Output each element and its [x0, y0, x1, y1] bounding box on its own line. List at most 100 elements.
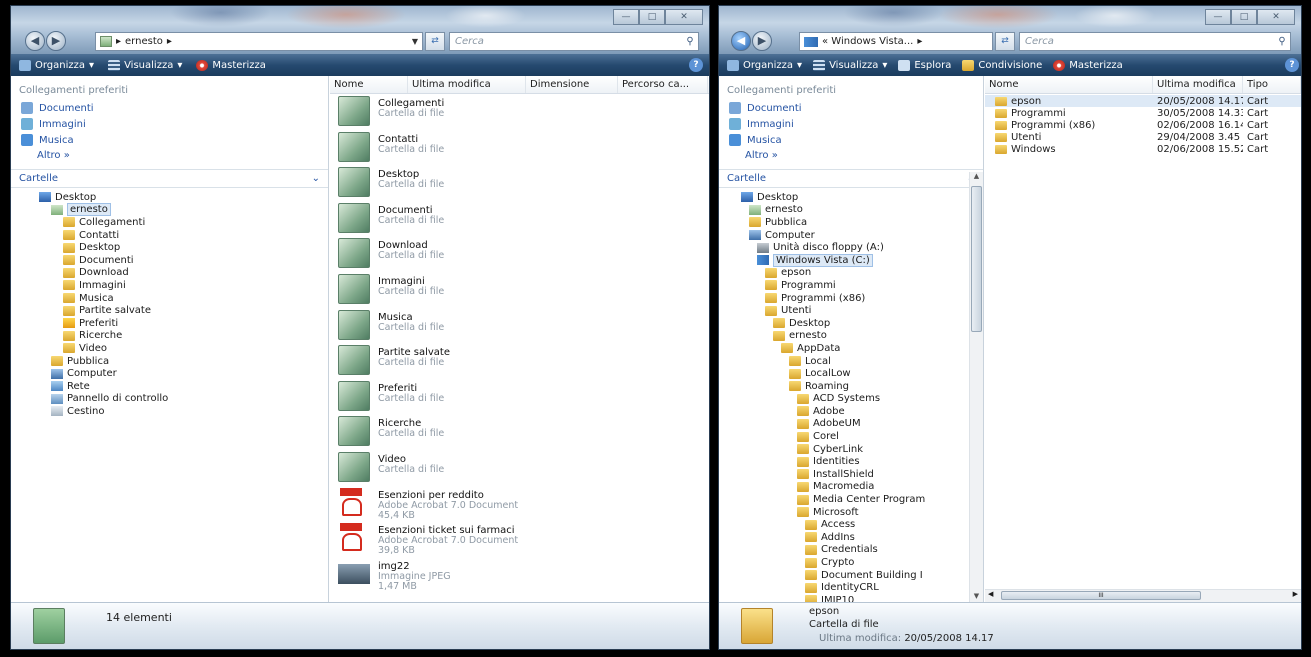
- tree-item-pubblica[interactable]: Pubblica: [741, 216, 967, 229]
- tree-item-microsoft[interactable]: Microsoft: [741, 506, 967, 519]
- tree-item-ernesto[interactable]: ernesto: [39, 203, 328, 217]
- tree-item-pubblica[interactable]: Pubblica: [39, 355, 328, 368]
- table-row-programmi[interactable]: Programmi 30/05/2008 14.33 Cart: [985, 107, 1301, 119]
- tree-item-contatti[interactable]: Contatti: [39, 229, 328, 242]
- scroll-up-icon[interactable]: ▲: [970, 172, 983, 180]
- refresh-button[interactable]: ⇄: [995, 32, 1015, 51]
- tree-item-immagini[interactable]: Immagini: [39, 279, 328, 292]
- table-row-windows[interactable]: Windows 02/06/2008 15.52 Cart: [985, 143, 1301, 155]
- search-icon[interactable]: ⚲: [682, 36, 698, 47]
- tree-item-unit-disco-floppy-a[interactable]: Unità disco floppy (A:): [741, 241, 967, 254]
- column-tipo[interactable]: Tipo: [1243, 76, 1301, 93]
- list-item-ricerche[interactable]: Ricerche Cartella di file: [330, 416, 709, 452]
- tree-item-windows-vista-c[interactable]: Windows Vista (C:): [741, 253, 967, 267]
- tree-item-ernesto[interactable]: ernesto: [741, 330, 967, 343]
- favorite-documenti[interactable]: Documenti: [11, 100, 328, 116]
- help-icon[interactable]: ?: [1285, 58, 1299, 72]
- search-icon[interactable]: ⚲: [1274, 36, 1290, 47]
- column-nome[interactable]: Nome: [985, 76, 1153, 93]
- address-bar[interactable]: « Windows Vista... ▸: [799, 32, 993, 51]
- tree-item-local[interactable]: Local: [741, 355, 967, 368]
- column-ultima-modifica[interactable]: Ultima modifica: [1153, 76, 1243, 93]
- cartelle-header[interactable]: Cartelle ⌄: [11, 170, 328, 188]
- column-dimensione[interactable]: Dimensione: [526, 76, 618, 93]
- address-bar[interactable]: ▸ ernesto ▸ ▼: [95, 32, 423, 51]
- tree-item-desktop[interactable]: Desktop: [39, 191, 328, 204]
- table-row-epson[interactable]: epson 20/05/2008 14.17 Cart: [985, 95, 1301, 107]
- tree-item-ricerche[interactable]: Ricerche: [39, 330, 328, 343]
- tree-item-document-building-i[interactable]: Document Building I: [741, 569, 967, 582]
- list-item-img22[interactable]: img22 Immagine JPEG 1,47 MB: [330, 559, 709, 595]
- help-icon[interactable]: ?: [689, 58, 703, 72]
- breadcrumb-windows-vista[interactable]: « Windows Vista...: [822, 36, 913, 47]
- tree-item-addins[interactable]: AddIns: [741, 531, 967, 544]
- list-item-esenzioni-ticket-sui-farmaci[interactable]: Esenzioni ticket sui farmaci Adobe Acroba…: [330, 523, 709, 559]
- tree-item-pannello-di-controllo[interactable]: Pannello di controllo: [39, 393, 328, 406]
- favorite-musica[interactable]: Musica: [11, 132, 328, 148]
- favorite-immagini[interactable]: Immagini: [719, 116, 983, 132]
- tree-item-rete[interactable]: Rete: [39, 380, 328, 393]
- tree-item-roaming[interactable]: Roaming: [741, 380, 967, 393]
- list-item-desktop[interactable]: Desktop Cartella di file: [330, 167, 709, 203]
- favorite-musica[interactable]: Musica: [719, 132, 983, 148]
- scroll-thumb[interactable]: [971, 186, 982, 332]
- tree-item-epson[interactable]: epson: [741, 267, 967, 280]
- tree-item-desktop[interactable]: Desktop: [39, 241, 328, 254]
- search-box[interactable]: Cerca ⚲: [449, 32, 699, 51]
- masterizza-button[interactable]: Masterizza: [1053, 59, 1123, 71]
- tree-item-identities[interactable]: Identities: [741, 455, 967, 468]
- tree-item-computer[interactable]: Computer: [39, 367, 328, 380]
- tree-item-crypto[interactable]: Crypto: [741, 556, 967, 569]
- tree-item-installshield[interactable]: InstallShield: [741, 468, 967, 481]
- tree-item-preferiti[interactable]: Preferiti: [39, 317, 328, 330]
- column-percorso[interactable]: Percorso ca...: [618, 76, 708, 93]
- list-item-preferiti[interactable]: Preferiti Cartella di file: [330, 380, 709, 417]
- back-button[interactable]: ◀: [25, 31, 45, 51]
- tree-item-ernesto[interactable]: ernesto: [741, 204, 967, 217]
- tree-item-cyberlink[interactable]: CyberLink: [741, 443, 967, 456]
- condivisione-button[interactable]: Condivisione: [962, 59, 1042, 71]
- tree-item-desktop[interactable]: Desktop: [741, 191, 967, 204]
- forward-button[interactable]: ▶: [752, 31, 772, 51]
- list-item-esenzioni-per-reddito[interactable]: Esenzioni per reddito Adobe Acrobat 7.0 D…: [330, 487, 709, 524]
- list-item-download[interactable]: Download Cartella di file: [330, 238, 709, 274]
- table-row-utenti[interactable]: Utenti 29/04/2008 3.45 Cart: [985, 131, 1301, 143]
- tree-item-download[interactable]: Download: [39, 267, 328, 280]
- close-button[interactable]: ✕: [1257, 9, 1295, 25]
- scroll-right-icon[interactable]: ▶: [1293, 590, 1298, 598]
- column-nome[interactable]: Nome: [330, 76, 408, 93]
- masterizza-button[interactable]: Masterizza: [196, 59, 266, 71]
- tree-item-appdata[interactable]: AppData: [741, 342, 967, 355]
- esplora-button[interactable]: Esplora: [898, 59, 951, 71]
- tree-item-programmi-x86[interactable]: Programmi (x86): [741, 292, 967, 305]
- visualizza-button[interactable]: Visualizza ▾: [108, 59, 182, 71]
- minimize-button[interactable]: —: [1205, 9, 1231, 25]
- tree-item-adobeum[interactable]: AdobeUM: [741, 418, 967, 431]
- cartelle-header[interactable]: Cartelle ⌄: [719, 170, 983, 188]
- tree-item-corel[interactable]: Corel: [741, 430, 967, 443]
- list-item-collegamenti[interactable]: Collegamenti Cartella di file: [330, 96, 709, 132]
- altro-link[interactable]: Altro »: [719, 148, 983, 163]
- back-button[interactable]: ◀: [731, 31, 751, 51]
- list-item-documenti[interactable]: Documenti Cartella di file: [330, 202, 709, 239]
- tree-item-partite-salvate[interactable]: Partite salvate: [39, 304, 328, 317]
- maximize-button[interactable]: □: [639, 9, 665, 25]
- favorite-documenti[interactable]: Documenti: [719, 100, 983, 116]
- tree-item-macromedia[interactable]: Macromedia: [741, 481, 967, 494]
- tree-item-desktop[interactable]: Desktop: [741, 317, 967, 330]
- tree-item-cestino[interactable]: Cestino: [39, 405, 328, 418]
- list-item-immagini[interactable]: Immagini Cartella di file: [330, 273, 709, 310]
- tree-item-programmi[interactable]: Programmi: [741, 279, 967, 292]
- tree-vertical-scrollbar[interactable]: ▲ ▼: [969, 172, 983, 602]
- list-item-musica[interactable]: Musica Cartella di file: [330, 309, 709, 346]
- altro-link[interactable]: Altro »: [11, 148, 328, 163]
- column-ultima-modifica[interactable]: Ultima modifica: [408, 76, 526, 93]
- list-item-contatti[interactable]: Contatti Cartella di file: [330, 131, 709, 168]
- list-horizontal-scrollbar[interactable]: ◀ III ▶: [985, 589, 1301, 602]
- breadcrumb-ernesto[interactable]: ernesto: [125, 36, 163, 47]
- close-button[interactable]: ✕: [665, 9, 703, 25]
- maximize-button[interactable]: □: [1231, 9, 1257, 25]
- tree-item-utenti[interactable]: Utenti: [741, 304, 967, 317]
- tree-item-media-center-program[interactable]: Media Center Program: [741, 493, 967, 506]
- scroll-thumb[interactable]: III: [1001, 591, 1201, 600]
